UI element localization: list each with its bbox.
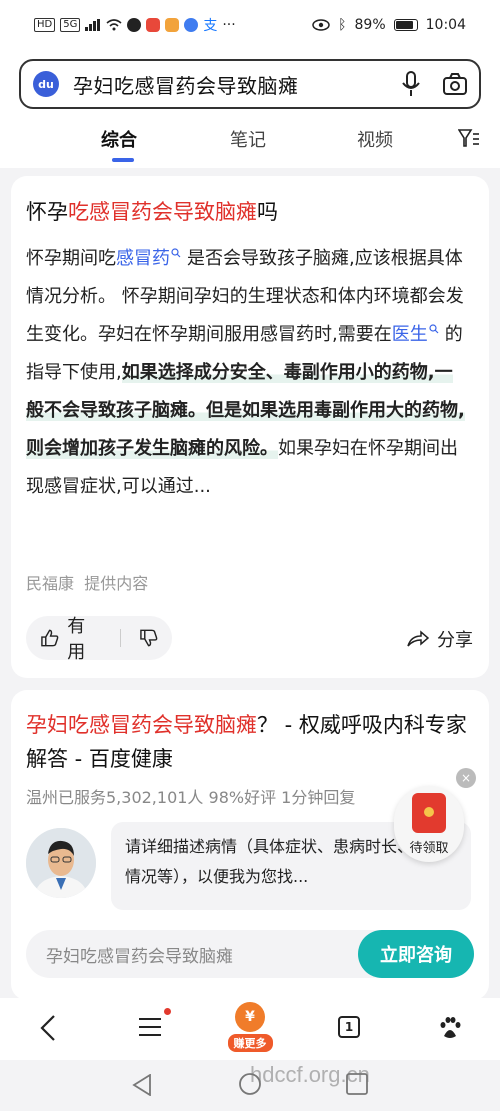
result-title[interactable]: 怀孕吃感冒药会导致脑瘫吗 <box>26 196 278 226</box>
system-back-icon[interactable] <box>132 1074 152 1096</box>
consult-result-title[interactable]: 孕妇吃感冒药会导致脑瘫？ - 权威呼吸内科专家解答 - 百度健康 <box>26 708 476 776</box>
result-card-answer[interactable]: 怀孕吃感冒药会导致脑瘫吗 怀孕期间吃感冒药 是否会导致孩子脑瘫,应该根据具体情况分… <box>11 176 489 678</box>
status-left: HD 5G 支 ··· <box>34 15 236 35</box>
battery-icon <box>393 19 418 31</box>
clock: 10:04 <box>425 17 466 33</box>
red-packet-label: 待领取 <box>409 840 449 856</box>
red-envelope-icon <box>412 792 446 833</box>
source-name[interactable]: 民福康 <box>26 574 74 593</box>
consult-now-button[interactable]: 立即咨询 <box>358 930 474 978</box>
wifi-icon <box>106 19 122 31</box>
tab-videos[interactable]: 视频 <box>357 126 393 152</box>
menu-icon[interactable] <box>138 1016 162 1038</box>
title-suffix: 吗 <box>257 200 278 224</box>
red-packet-float[interactable]: 待领取 <box>394 786 464 862</box>
signal-icon <box>85 19 101 31</box>
battery-percent: 89% <box>354 17 386 33</box>
title-highlight: 孕妇吃感冒药会导致脑瘫 <box>26 713 257 737</box>
camera-icon[interactable] <box>443 73 467 95</box>
watermark: hdccf.org.cn <box>250 1062 370 1087</box>
service-meta: 温州已服务5,302,101人 98%好评 1分钟回复 <box>26 788 356 807</box>
search-mini-icon <box>171 248 181 258</box>
body-text: 怀孕期间吃 <box>26 248 116 269</box>
content-source[interactable]: 民福康 提供内容 <box>26 570 148 594</box>
thumbs-down-icon[interactable] <box>139 628 158 648</box>
app-red-icon <box>146 18 161 32</box>
coin-icon: ¥ <box>235 1002 265 1032</box>
search-input[interactable]: 孕妇吃感冒药会导致脑瘫 <box>73 70 299 99</box>
useful-button[interactable]: 有用 <box>67 612 102 664</box>
consult-input-bar[interactable]: 孕妇吃感冒药会导致脑瘫 立即咨询 <box>26 930 474 978</box>
keyword-link-doctor[interactable]: 医生 <box>392 324 428 345</box>
earn-more-button[interactable]: ¥ 赚更多 <box>224 1002 276 1054</box>
app-k-icon <box>127 18 142 32</box>
title-prefix: 怀孕 <box>26 200 68 224</box>
vote-group: 有用 <box>26 616 172 663</box>
search-mini-icon <box>429 324 439 334</box>
baidu-paw-icon[interactable] <box>438 1016 462 1040</box>
baidu-paw-icon: du <box>33 71 59 97</box>
status-bar: HD 5G 支 ··· ᛒ 89% 10:04 <box>0 0 500 50</box>
vote-divider <box>119 629 121 647</box>
share-button[interactable]: 分享 <box>407 626 473 652</box>
earn-more-label: 赚更多 <box>227 1034 273 1052</box>
tabs-count-button[interactable]: 1 <box>338 1016 360 1038</box>
tab-comprehensive[interactable]: 综合 <box>101 126 137 152</box>
network-badge: 5G <box>60 18 81 32</box>
filter-icon[interactable] <box>458 128 480 148</box>
search-bar[interactable]: du 孕妇吃感冒药会导致脑瘫 <box>19 59 481 109</box>
alipay-icon: 支 <box>203 18 218 34</box>
active-tab-indicator <box>112 158 134 162</box>
doctor-portrait-icon <box>26 828 96 898</box>
doctor-avatar[interactable] <box>26 828 96 898</box>
tab-notes[interactable]: 笔记 <box>230 126 266 152</box>
answer-body: 怀孕期间吃感冒药 是否会导致孩子脑瘫,应该根据具体情况分析。 怀孕期间孕妇的生理状… <box>26 240 466 506</box>
back-icon[interactable] <box>38 1014 58 1042</box>
status-right: ᛒ 89% 10:04 <box>312 17 466 33</box>
eye-icon <box>312 19 330 31</box>
close-icon[interactable]: × <box>456 768 476 788</box>
share-icon <box>407 630 429 647</box>
share-label: 分享 <box>437 630 473 651</box>
hd-badge: HD <box>34 18 56 32</box>
thumbs-up-icon[interactable] <box>40 628 59 648</box>
search-header: du 孕妇吃感冒药会导致脑瘫 综合 笔记 视频 <box>0 50 500 168</box>
title-highlight: 吃感冒药会导致脑瘫 <box>68 200 257 224</box>
result-tabs: 综合 笔记 视频 <box>0 126 500 166</box>
bluetooth-icon: ᛒ <box>338 17 347 33</box>
source-note: 提供内容 <box>84 574 149 593</box>
microphone-icon[interactable] <box>401 71 421 97</box>
more-icon: ··· <box>222 17 236 33</box>
keyword-link-cold-medicine[interactable]: 感冒药 <box>116 248 170 269</box>
app-orange-icon <box>165 18 180 32</box>
consult-input[interactable]: 孕妇吃感冒药会导致脑瘫 <box>46 942 233 967</box>
notification-dot <box>164 1008 171 1015</box>
bottom-nav: ¥ 赚更多 1 <box>0 998 500 1060</box>
app-blue-icon <box>184 18 199 32</box>
